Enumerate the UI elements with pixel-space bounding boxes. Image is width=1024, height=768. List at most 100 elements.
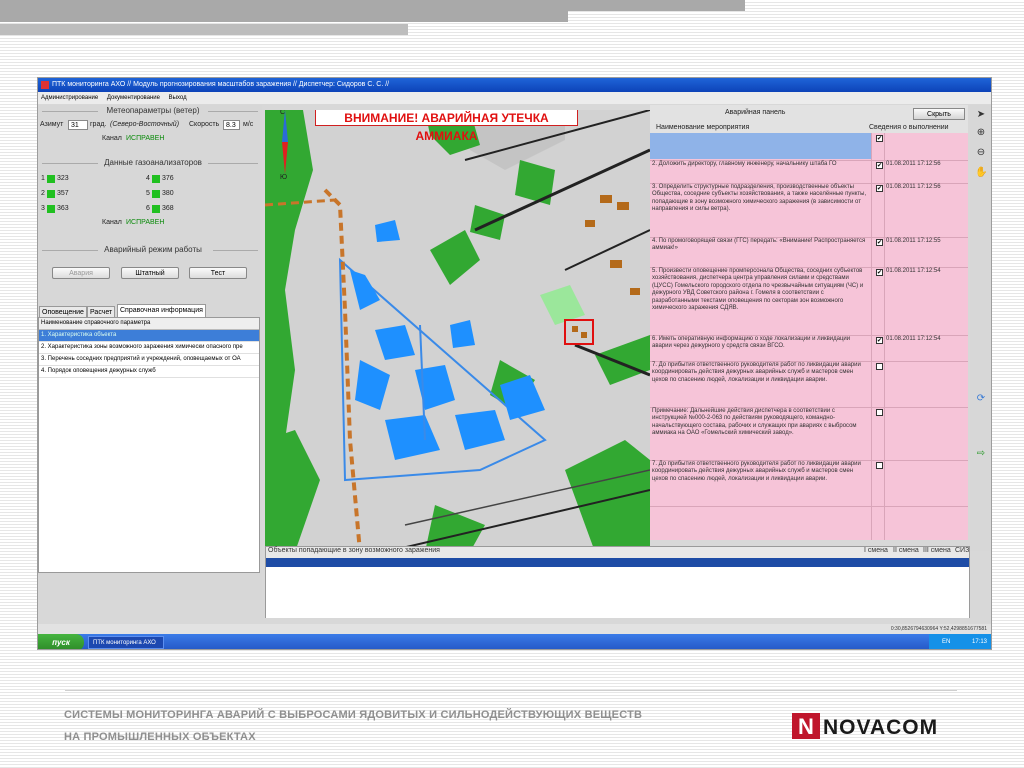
action-row[interactable]: 7. До прибытия ответственного руководите… — [650, 361, 968, 408]
clock: 17:13 — [971, 639, 987, 645]
action-text: Примечание: Дальнейшие действия диспетче… — [652, 408, 857, 437]
divider — [213, 250, 258, 251]
site-map[interactable]: С Ю ВНИМАНИЕ! АВАРИЙНАЯ УТЕЧКА АММИАКА — [265, 110, 650, 552]
map-toolbar: ➤ ⊕ ⊖ ✋ ⟳ ⇨ — [970, 105, 991, 551]
azimuth-label: Азимут — [40, 121, 64, 128]
action-checkbox[interactable]: ✔ — [876, 337, 883, 344]
footer-caption-line-2: НА ПРОМЫШЛЕННЫХ ОБЪЕКТАХ — [64, 731, 256, 743]
column-status: Сведения о выполнении — [869, 124, 949, 131]
gas-channel-status: ИСПРАВЕН — [126, 219, 165, 226]
reference-row[interactable]: 4. Порядок оповещения дежурных служб — [39, 366, 259, 378]
sensor-5-id: 5 — [146, 190, 150, 197]
sensor-1-indicator — [47, 175, 55, 183]
action-checkbox[interactable]: ✔ — [876, 239, 883, 246]
application-screenshot: ПТК мониторинга АХО // Модуль прогнозиро… — [37, 77, 992, 650]
meteo-title: Метеопараметры (ветер) — [106, 106, 200, 115]
menu-documentation[interactable]: Документирование — [107, 95, 160, 101]
taskbar-app-button[interactable]: ПТК мониторинга АХО — [88, 636, 164, 649]
accident-button[interactable]: Авария — [52, 267, 110, 279]
reference-row[interactable]: 2. Характеристика зоны возможного зараже… — [39, 342, 259, 354]
meteo-channel-status: ИСПРАВЕН — [126, 135, 165, 142]
novacom-logo: N NOVACOM — [792, 711, 954, 741]
sensor-3-indicator — [47, 205, 55, 213]
sensor-6-id: 6 — [146, 205, 150, 212]
action-checkbox[interactable] — [876, 363, 883, 370]
speed-input[interactable]: 8.3 — [223, 120, 240, 130]
window-titlebar: ПТК мониторинга АХО // Модуль прогнозиро… — [38, 78, 991, 92]
reference-row[interactable]: 1. Характеристика объекта — [39, 330, 259, 342]
novacom-logo-graphic: N NOVACOM — [792, 713, 938, 739]
divider — [42, 111, 98, 112]
footer-divider — [65, 690, 957, 691]
action-row[interactable]: 2. Доложить директору, главному инженеру… — [650, 160, 968, 184]
grad-label: град. — [90, 121, 107, 128]
hide-button[interactable]: Скрыть — [913, 108, 965, 120]
pan-hand-icon[interactable]: ✋ — [975, 167, 987, 179]
test-button[interactable]: Тест — [189, 267, 247, 279]
sensor-2-indicator — [47, 190, 55, 198]
sensor-5-indicator — [152, 190, 160, 198]
selected-row-highlight — [650, 133, 871, 159]
compass-south: Ю — [280, 174, 288, 181]
windows-taskbar: пуск ПТК мониторинга АХО EN 17:13 — [38, 634, 991, 649]
action-row[interactable]: 6. Иметь оперативную информацию о ходе л… — [650, 335, 968, 362]
meteo-channel-label: Канал — [102, 135, 122, 142]
action-checkbox[interactable]: ✔ — [876, 135, 883, 142]
reference-row[interactable]: 3. Перечень соседних предприятий и учреж… — [39, 354, 259, 366]
sensor-3-value: 363 — [57, 205, 69, 212]
window-title: ПТК мониторинга АХО // Модуль прогнозиро… — [52, 81, 390, 88]
action-row[interactable]: Примечание: Дальнейшие действия диспетче… — [650, 407, 968, 461]
azimuth-input[interactable]: 31 — [68, 120, 88, 130]
action-row[interactable]: 7. До прибытия ответственного руководите… — [650, 460, 968, 507]
action-row[interactable]: 4. По промоговорящей связи (ГГС) передат… — [650, 237, 968, 268]
panel-header: Аварийная панель Скрыть Наименование мер… — [650, 105, 968, 133]
action-text: 7. До прибытия ответственного руководите… — [652, 461, 861, 482]
column-divider — [884, 133, 885, 540]
tab-reference[interactable]: Справочная информация — [117, 304, 206, 317]
pointer-icon[interactable]: ➤ — [975, 109, 987, 121]
panel-title: Аварийная панель — [725, 109, 786, 116]
action-date: 01.08.2011 17:12:54 — [886, 336, 941, 342]
action-checkbox[interactable]: ✔ — [876, 269, 883, 276]
sensor-1-value: 323 — [57, 175, 69, 182]
svg-text:NOVACOM: NOVACOM — [823, 716, 938, 739]
action-checkbox[interactable] — [876, 409, 883, 416]
tab-notification[interactable]: Оповещение — [39, 306, 87, 317]
tab-calculation[interactable]: Расчет — [87, 306, 116, 317]
action-checkbox[interactable] — [876, 462, 883, 469]
action-checkbox[interactable]: ✔ — [876, 162, 883, 169]
menu-administration[interactable]: Администрирование — [41, 95, 98, 101]
language-indicator[interactable]: EN — [942, 639, 950, 645]
action-row[interactable]: 3. Определить структурные подразделения,… — [650, 183, 968, 238]
emergency-title: Аварийный режим работы — [104, 245, 202, 254]
action-date: 01.08.2011 17:12:56 — [886, 161, 941, 167]
svg-text:N: N — [798, 714, 814, 739]
action-checkbox[interactable]: ✔ — [876, 185, 883, 192]
gas-channel-label: Канал — [102, 219, 122, 226]
column-divider — [871, 133, 872, 540]
action-text: 4. По промоговорящей связи (ГГС) передат… — [652, 238, 866, 252]
app-icon — [41, 81, 49, 89]
zoom-out-icon[interactable]: ⊖ — [975, 147, 987, 159]
action-date: 01.08.2011 17:12:54 — [886, 268, 941, 274]
column-shift-2: II смена — [893, 547, 919, 554]
sensor-6-value: 368 — [162, 205, 174, 212]
sensor-5-value: 380 — [162, 190, 174, 197]
selected-object-row[interactable] — [266, 558, 969, 567]
action-text: 3. Определить структурные подразделения,… — [652, 184, 867, 213]
menu-exit[interactable]: Выход — [169, 95, 187, 101]
coordinates-statusbar: 0:30,8526794630964 Y:52,4298851677581 — [38, 624, 991, 634]
start-button[interactable]: пуск — [38, 634, 84, 649]
affected-objects-table: Объекты попадающие в зону возможного зар… — [265, 546, 970, 618]
action-date: 01.08.2011 17:12:55 — [886, 238, 941, 244]
normal-mode-button[interactable]: Штатный — [121, 267, 179, 279]
export-icon[interactable]: ⇨ — [975, 448, 987, 460]
top-decor-bar-1 — [0, 0, 745, 11]
refresh-icon[interactable]: ⟳ — [975, 393, 987, 405]
action-row[interactable]: 5. Произвести оповещение промперсонала О… — [650, 267, 968, 336]
action-text: 2. Доложить директору, главному инженеру… — [652, 161, 837, 167]
emergency-panel: Аварийная панель Скрыть Наименование мер… — [650, 105, 968, 540]
zoom-in-icon[interactable]: ⊕ — [975, 127, 987, 139]
ammonia-alarm-banner: ВНИМАНИЕ! АВАРИЙНАЯ УТЕЧКА АММИАКА — [315, 110, 578, 143]
top-decor-bar-3 — [0, 24, 408, 35]
